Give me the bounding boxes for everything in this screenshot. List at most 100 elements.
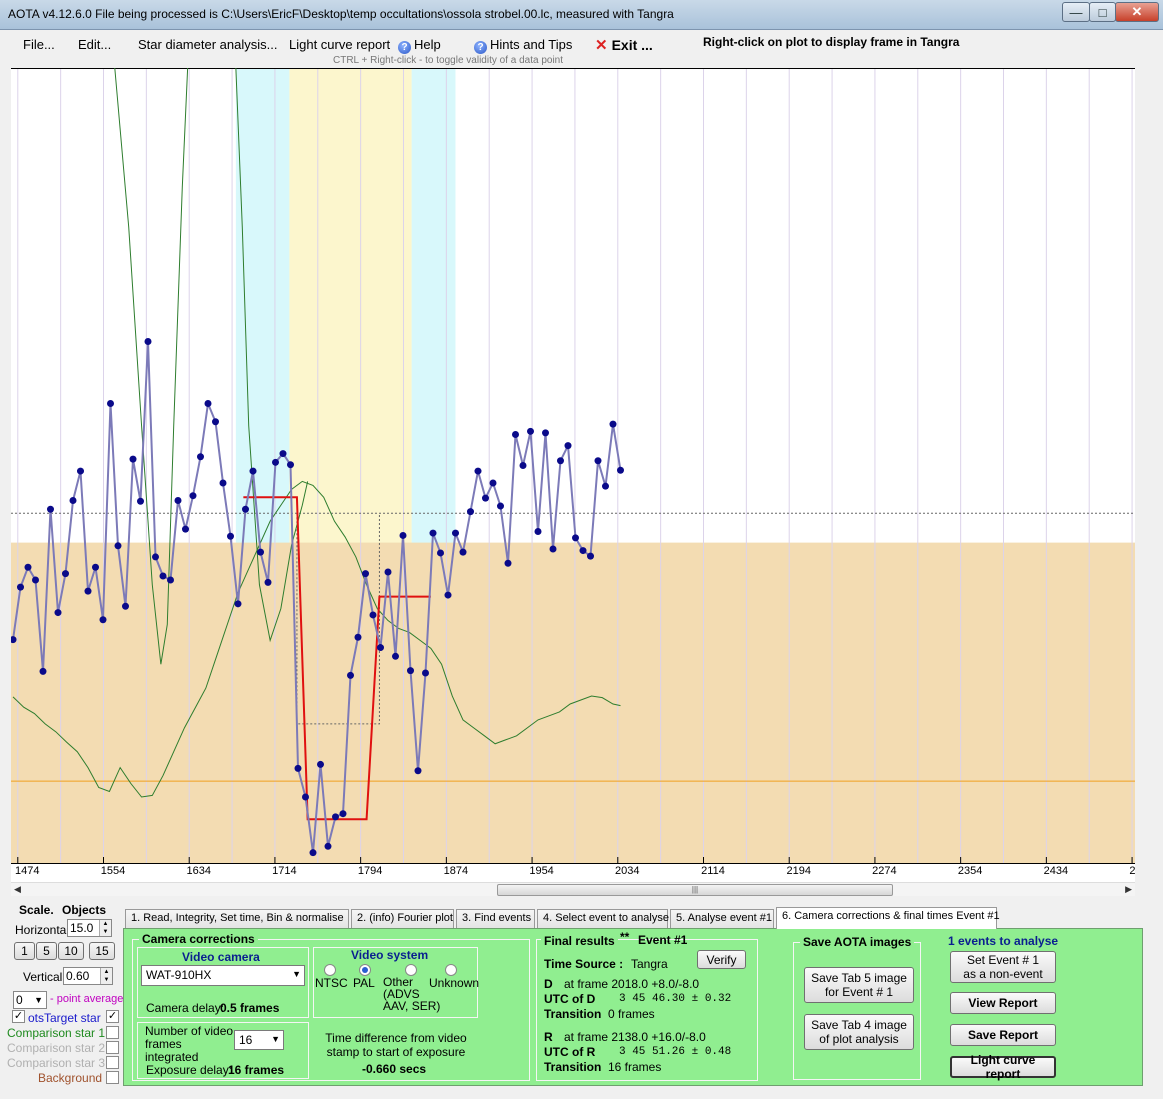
- maximize-button[interactable]: □: [1089, 2, 1116, 22]
- menu-exit-label: Exit ...: [611, 37, 653, 53]
- menu-edit[interactable]: Edit...: [78, 37, 111, 52]
- background-checkbox[interactable]: [106, 1071, 119, 1084]
- menu-exit[interactable]: ✕ Exit ...: [595, 36, 653, 54]
- spin-arrows-icon[interactable]: ▲ ▼: [99, 920, 111, 936]
- point-average-select[interactable]: 0 ▼: [13, 991, 47, 1009]
- scroll-left-icon[interactable]: ◀: [14, 884, 21, 895]
- save-tab5-image-button[interactable]: Save Tab 5 image for Event # 1: [804, 967, 914, 1003]
- tick-label-4: 1794: [358, 865, 382, 877]
- target-star-point-35: [272, 458, 279, 466]
- set-non-event-button[interactable]: Set Event # 1 as a non-event: [950, 951, 1056, 983]
- save-images-title: Save AOTA images: [800, 935, 915, 949]
- target-star-point-25: [197, 453, 204, 461]
- target-star-point-59: [452, 529, 459, 537]
- menu-light-curve-report[interactable]: Light curve report: [289, 37, 390, 52]
- horizontal-label: Horizontal: [15, 923, 70, 937]
- minimize-button[interactable]: —: [1062, 2, 1090, 22]
- horizontal-scale-input[interactable]: 15.0 ▲ ▼: [67, 919, 112, 937]
- tab-select-event[interactable]: 4. Select event to analyse: [537, 909, 669, 928]
- light-curve-plot[interactable]: 1474 1554 1634 1714 1794 1874 1954 2034 2114 2194…: [11, 68, 1135, 882]
- tick-label-6: 1954: [529, 865, 553, 877]
- target-star-point-10: [84, 587, 92, 595]
- final-results-stars: **: [620, 930, 630, 944]
- target-star-point-5: [47, 505, 54, 513]
- scale-5-button[interactable]: 5: [36, 942, 57, 960]
- scroll-thumb[interactable]: |||: [497, 884, 893, 896]
- ntsc-label: NTSC: [315, 976, 348, 990]
- tab-find-events[interactable]: 3. Find events: [456, 909, 535, 928]
- d-label: D: [544, 977, 553, 991]
- pal-radio[interactable]: [359, 964, 371, 976]
- target-star-point-77: [587, 552, 594, 560]
- target-star-point-4: [39, 667, 47, 675]
- d-transition-value: 0 frames: [608, 1007, 655, 1021]
- target-star-point-30: [234, 600, 242, 608]
- comparison-star-3-checkbox[interactable]: [106, 1056, 119, 1069]
- dots-checkbox[interactable]: ✓: [12, 1010, 25, 1023]
- target-star-point-21: [167, 576, 174, 584]
- menu-help-label: Help: [414, 37, 441, 52]
- tab-read-integrity[interactable]: 1. Read, Integrity, Set time, Bin & norm…: [125, 909, 349, 928]
- target-star-point-65: [497, 502, 504, 510]
- tab-camera-corrections[interactable]: 6. Camera corrections & final times Even…: [776, 907, 1000, 929]
- comparison-star-2-checkbox[interactable]: [106, 1041, 119, 1054]
- plot-scrollbar[interactable]: ◀ ||| ▶: [11, 882, 1135, 896]
- tab-analyse-event[interactable]: 5. Analyse event #1: [670, 909, 774, 928]
- camera-delay-label: Camera delay:: [146, 1001, 225, 1015]
- frames-integrated-select[interactable]: 16 ▼: [234, 1030, 284, 1050]
- chevron-down-icon: ▼: [292, 969, 301, 979]
- menu-help[interactable]: ? Help: [398, 37, 441, 54]
- comparison-star-1-label: Comparison star 1: [7, 1026, 106, 1040]
- ntsc-radio[interactable]: [324, 964, 336, 976]
- vertical-scale-input[interactable]: 0.60 ▲ ▼: [63, 967, 113, 985]
- light-curve-svg[interactable]: 1474 1554 1634 1714 1794 1874 1954 2034 2114 2194…: [11, 68, 1135, 882]
- frames-integrated-value: 16: [239, 1033, 253, 1047]
- target-star-point-2: [24, 563, 32, 571]
- target-star-point-47: [362, 570, 369, 578]
- save-images-group: Save AOTA images: [793, 935, 921, 1080]
- target-star-point-80: [609, 420, 617, 428]
- time-source-label: Time Source :: [544, 957, 624, 971]
- spin-arrows-icon-2[interactable]: ▲ ▼: [100, 968, 112, 984]
- tab-fourier[interactable]: 2. (info) Fourier plot: [351, 909, 454, 928]
- scale-15-button[interactable]: 15: [89, 942, 115, 960]
- target-star-point-18: [144, 337, 152, 345]
- verify-button[interactable]: Verify: [697, 950, 746, 969]
- exposure-delay-value: 16 frames: [228, 1063, 285, 1077]
- scale-10-button[interactable]: 10: [58, 942, 84, 960]
- tick-label-0: 1474: [15, 865, 39, 877]
- scroll-right-icon[interactable]: ▶: [1125, 884, 1132, 895]
- target-star-checkbox[interactable]: ✓: [106, 1010, 119, 1023]
- target-star-point-69: [527, 427, 534, 435]
- save-report-button[interactable]: Save Report: [950, 1024, 1056, 1046]
- target-star-point-50: [384, 568, 392, 576]
- target-star-point-34: [264, 578, 272, 586]
- comparison-star-1-checkbox[interactable]: [106, 1026, 119, 1039]
- camera-model-select[interactable]: WAT-910HX ▼: [141, 965, 305, 986]
- target-star-point-61: [467, 508, 474, 516]
- target-star-point-70: [534, 527, 542, 535]
- target-star-point-20: [159, 572, 167, 580]
- target-star-point-32: [249, 467, 257, 475]
- menu-file[interactable]: File...: [23, 37, 55, 52]
- tick-label-2: 1634: [186, 865, 210, 877]
- close-button[interactable]: ✕: [1115, 2, 1159, 22]
- tick-label-12: 2434: [1044, 865, 1068, 877]
- scale-label: Scale.: [19, 903, 54, 917]
- scale-1-button[interactable]: 1: [14, 942, 35, 960]
- target-star-point-72: [549, 545, 557, 553]
- target-star-point-68: [519, 462, 527, 469]
- target-star-point-73: [557, 457, 564, 465]
- light-curve-report-button[interactable]: Light curve report: [950, 1053, 1056, 1081]
- unknown-radio[interactable]: [445, 964, 457, 976]
- camera-delay-value: 0.5 frames: [220, 1001, 280, 1015]
- target-star-point-15: [122, 602, 129, 610]
- target-star-point-23: [182, 525, 189, 533]
- tick-label-9: 2194: [786, 865, 810, 877]
- save-tab4-image-button[interactable]: Save Tab 4 image of plot analysis: [804, 1014, 914, 1050]
- menu-star-diameter[interactable]: Star diameter analysis...: [138, 37, 277, 52]
- menu-hints[interactable]: ? Hints and Tips: [474, 37, 572, 54]
- target-star-point-49: [377, 644, 384, 652]
- view-report-button[interactable]: View Report: [950, 992, 1056, 1014]
- target-star-point-13: [107, 399, 114, 407]
